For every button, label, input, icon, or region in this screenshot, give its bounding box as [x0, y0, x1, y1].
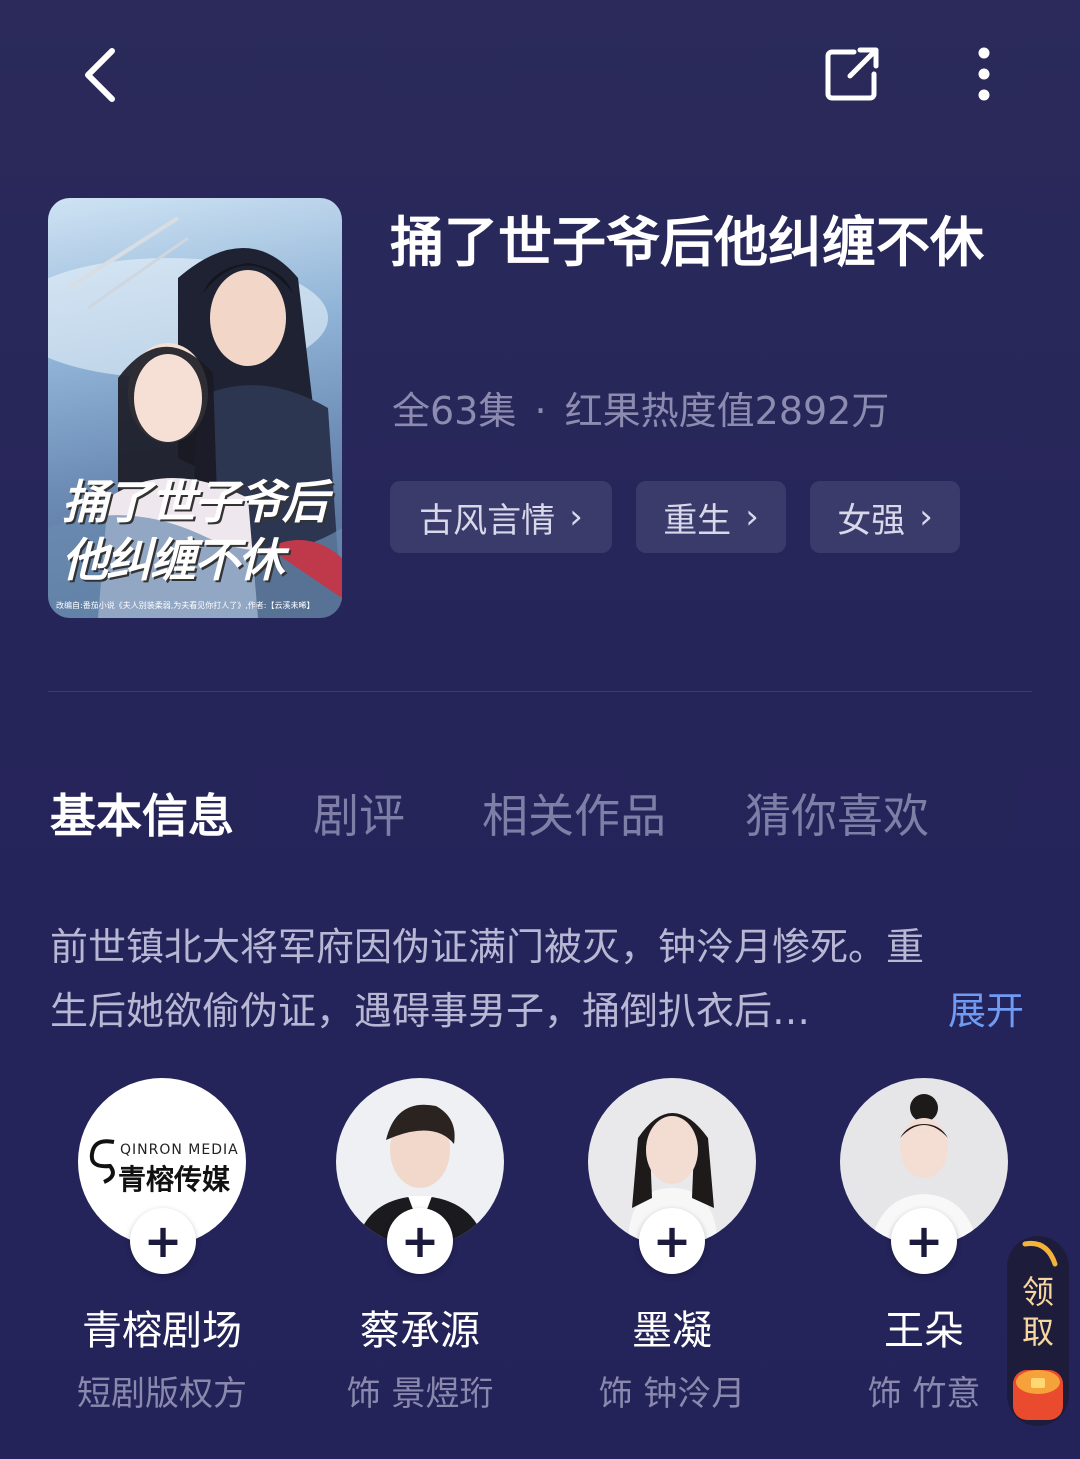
- back-button[interactable]: [70, 40, 130, 110]
- tab-recommendations[interactable]: 猜你喜欢: [745, 780, 929, 846]
- description-line2: 生后她欲偷伪证，遇碍事男子，捅倒扒衣后…: [50, 989, 811, 1033]
- episode-count: 全63集: [392, 389, 517, 433]
- tag-label: 女强: [837, 500, 906, 541]
- more-vertical-icon: [978, 47, 990, 101]
- tab-basic-info[interactable]: 基本信息: [50, 780, 234, 846]
- cast-name: 蔡承源: [360, 1308, 480, 1354]
- plus-icon: +: [143, 1214, 183, 1268]
- cast-role: 饰 钟泠月: [598, 1374, 746, 1414]
- tag-label: 古风言情: [419, 500, 556, 541]
- chevron-right-icon: ›: [745, 497, 759, 537]
- expand-link[interactable]: 展开: [948, 980, 1024, 1035]
- chevron-left-icon: [85, 48, 115, 102]
- tab-related-works[interactable]: 相关作品: [482, 780, 666, 846]
- plus-icon: +: [400, 1214, 440, 1268]
- cast-name: 墨凝: [632, 1308, 712, 1354]
- poster-credit: 改编自:番茄小说《夫人别装柔弱,为夫看见你打人了》,作者:【云溪未晞】: [56, 601, 315, 610]
- tag-label: 重生: [663, 500, 732, 541]
- follow-button[interactable]: +: [130, 1208, 196, 1274]
- chevron-right-icon: ›: [919, 497, 933, 537]
- qinrong-logo-icon: [89, 1139, 115, 1184]
- reward-float-button[interactable]: 领取: [1007, 1236, 1069, 1426]
- red-envelope-icon: [1013, 1370, 1063, 1420]
- logo-text-cn: 青榕传媒: [118, 1163, 231, 1196]
- follow-button[interactable]: +: [639, 1208, 705, 1274]
- drama-meta: 全63集 · 红果热度值2892万: [392, 380, 889, 435]
- heat-value: 红果热度值2892万: [564, 389, 890, 433]
- drama-title: 捅了世子爷后他纠缠不休: [390, 211, 984, 274]
- cast-name: 青榕剧场: [82, 1308, 242, 1354]
- poster-title-line2: 他纠缠不休: [62, 533, 284, 587]
- meta-separator: ·: [534, 389, 547, 433]
- reward-label: 领取: [1021, 1273, 1054, 1351]
- plus-icon: +: [904, 1214, 944, 1268]
- progress-arc-icon: [1022, 1240, 1058, 1267]
- logo-text-en: QINRON MEDIA: [120, 1142, 239, 1158]
- tag-chip[interactable]: 女强 ›: [810, 481, 960, 553]
- poster-title-line1: 捅了世子爷后: [62, 475, 328, 529]
- chevron-right-icon: ›: [569, 497, 583, 537]
- follow-button[interactable]: +: [387, 1208, 453, 1274]
- plus-icon: +: [652, 1214, 692, 1268]
- more-button[interactable]: [964, 42, 1004, 106]
- share-button[interactable]: [820, 42, 884, 106]
- share-icon: [825, 47, 879, 101]
- follow-button[interactable]: +: [891, 1208, 957, 1274]
- description-line1: 前世镇北大将军府因伪证满门被灭，钟泠月惨死。重: [50, 925, 925, 969]
- cast-role: 短剧版权方: [77, 1374, 247, 1414]
- tag-chip[interactable]: 重生 ›: [636, 481, 786, 553]
- drama-poster[interactable]: 捅了世子爷后 他纠缠不休 改编自:番茄小说《夫人别装柔弱,为夫看见你打人了》,作…: [48, 198, 342, 618]
- section-divider: [48, 691, 1032, 692]
- cast-role: 饰 景煜珩: [346, 1374, 494, 1414]
- tag-chip[interactable]: 古风言情 ›: [390, 481, 612, 553]
- tab-reviews[interactable]: 剧评: [313, 780, 405, 846]
